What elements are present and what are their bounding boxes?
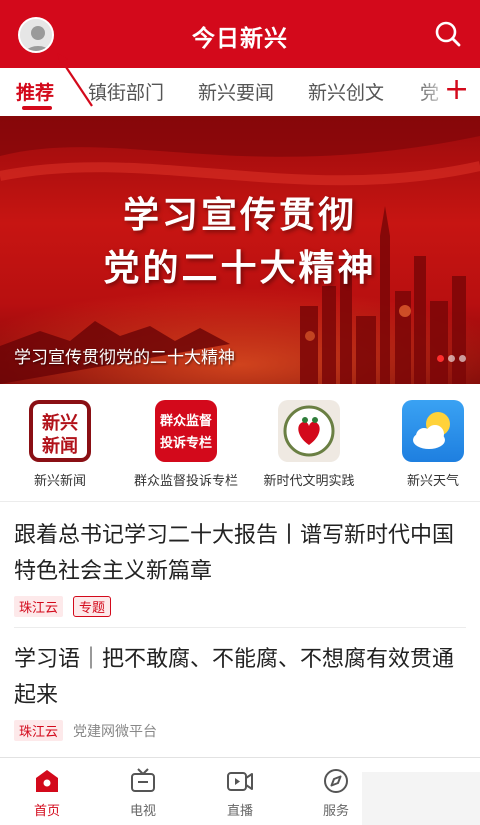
corner-overlay [362,772,480,825]
tab-town-departments[interactable]: 镇街部门 [88,78,164,105]
banner-headline-line1: 学习宣传贯彻 [122,194,357,236]
news-meta: 珠江云 专题 [14,596,112,617]
active-tab-indicator [22,106,52,110]
complaint-icon: 群众监督 投诉专栏 [155,400,217,462]
news-title: 学习语｜把不敢腐、不能腐、不想腐有效贯通起来 [14,647,455,708]
live-icon [227,772,253,791]
nav-label: 直播 [226,804,253,819]
nav-label: 服务 [322,804,349,819]
carousel-indicator [437,355,466,362]
complaint-icon-text-top: 群众监督 [159,414,212,429]
nav-home[interactable]: 首页 [12,766,82,819]
carousel-dot[interactable] [459,355,466,362]
quick-link-weather[interactable]: 新兴天气 [373,400,480,489]
banner-headline-line2: 党的二十大精神 [103,247,377,289]
topic-badge: 专题 [73,596,112,617]
quick-link-label: 群众监督投诉专栏 [133,474,238,489]
search-icon[interactable] [434,20,462,48]
quick-link-civilization-practice[interactable]: 新时代文明实践 [249,400,369,489]
complaint-icon-text-bottom: 投诉专栏 [159,436,212,451]
weather-icon [402,400,464,462]
quick-link-label: 新时代文明实践 [263,474,355,489]
nav-tv[interactable]: 电视 [108,766,178,819]
tab-recommend[interactable]: 推荐 [16,78,54,105]
quick-link-label: 新兴天气 [406,474,459,489]
quick-link-complaint[interactable]: 群众监督 投诉专栏 群众监督投诉专栏 [126,400,246,489]
source-tag: 珠江云 [14,596,64,617]
tab-xinxing-civilization[interactable]: 新兴创文 [308,78,384,105]
channel-tabs: 推荐 镇街部门 新兴要闻 新兴创文 党 + [0,68,480,116]
quick-links: 新兴 新闻 新兴新闻 群众监督 投诉专栏 群众监督投诉专栏 新时代文明实践 新兴… [0,384,480,501]
home-icon [36,770,58,792]
tab-xinxing-news[interactable]: 新兴要闻 [198,78,274,105]
app-screen: 今日新兴 推荐 镇街部门 新兴要闻 新兴创文 党 + [0,0,480,825]
news-meta: 珠江云 党建网微平台 [14,720,157,741]
nav-live[interactable]: 直播 [205,766,275,819]
sun-cloud-icon [413,412,450,449]
carousel-dot[interactable] [448,355,455,362]
banner-caption: 学习宣传贯彻党的二十大精神 [14,348,235,368]
civilization-practice-icon [278,400,340,462]
civilization-emblem [283,405,335,457]
carousel-dot[interactable] [437,355,444,362]
news-icon: 新兴 新闻 [29,400,91,462]
news-title: 跟着总书记学习二十大报告丨谱写新时代中国特色社会主义新篇章 [14,523,455,584]
top-header: 今日新兴 [0,0,480,68]
quick-link-label: 新兴新闻 [33,474,86,489]
nav-service[interactable]: 服务 [301,766,371,819]
add-channel-icon[interactable]: + [444,75,469,105]
source-tag: 珠江云 [14,720,64,741]
news-item[interactable]: 跟着总书记学习二十大报告丨谱写新时代中国特色社会主义新篇章 珠江云 专题 [0,502,480,627]
tv-icon [131,768,155,792]
nav-label: 电视 [129,804,156,819]
banner-carousel[interactable]: 学习宣传贯彻 党的二十大精神 学习宣传贯彻党的二十大精神 [0,116,480,384]
quick-link-xinxing-news[interactable]: 新兴 新闻 新兴新闻 [0,400,120,489]
compass-icon [324,769,348,793]
publisher-name: 党建网微平台 [73,723,158,740]
app-title: 今日新兴 [192,26,288,52]
news-item[interactable]: 学习语｜把不敢腐、不能腐、不想腐有效贯通起来 珠江云 党建网微平台 [0,628,480,756]
nav-label: 首页 [33,804,60,819]
news-icon-text-bottom: 新闻 [42,436,78,457]
